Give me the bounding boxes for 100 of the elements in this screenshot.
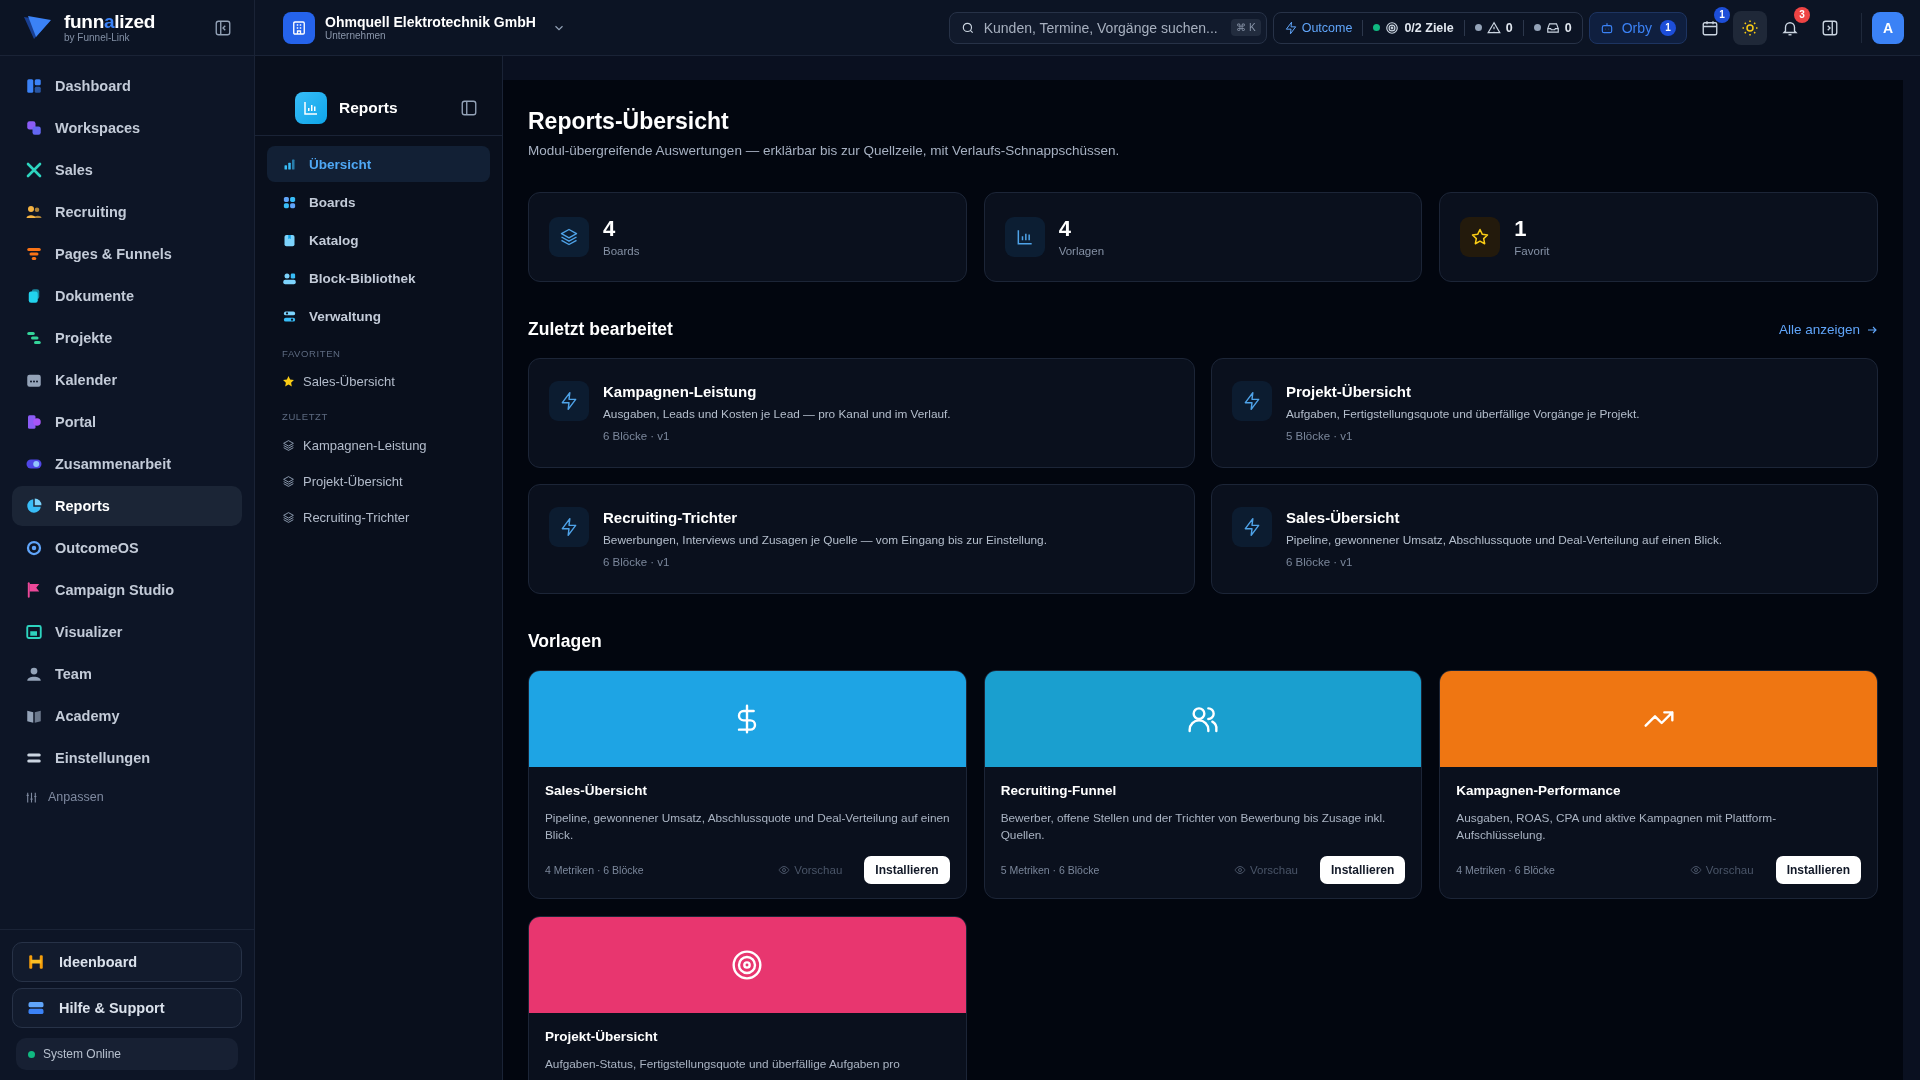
system-status: System Online: [16, 1038, 238, 1070]
theme-button[interactable]: [1733, 10, 1767, 45]
nav-icon: [25, 161, 43, 179]
section-title: Zuletzt bearbeitet: [528, 319, 673, 340]
subnav-item[interactable]: Block-Bibliothek: [267, 260, 490, 296]
nav-icon: [25, 497, 43, 515]
star-icon: [282, 374, 295, 388]
bolt-icon: [549, 507, 589, 547]
sidebar-collapse-icon: [214, 18, 232, 37]
nav-item[interactable]: Projekte: [12, 318, 242, 358]
template-description: Bewerber, offene Stellen und der Trichter von Bewerbung bis Zusage inkl. Quellen.: [1000, 810, 1387, 844]
nav-item[interactable]: Portal: [12, 402, 242, 442]
building-icon: [283, 11, 315, 44]
warning-icon: [1486, 20, 1501, 35]
nav-item[interactable]: Zusammenarbeit: [12, 444, 242, 484]
section-heading: ZULETZT: [281, 410, 329, 424]
nav-item[interactable]: Recruiting: [12, 192, 242, 232]
recent-link[interactable]: Recruiting-Trichter: [267, 500, 490, 534]
sliders-icon: [25, 790, 38, 804]
nav-icon: [25, 329, 43, 347]
report-description: Bewerbungen, Interviews und Zusagen je Quelle — vom Eingang bis zur Einstellung.: [603, 533, 1047, 547]
nav-item[interactable]: Dokumente: [12, 276, 242, 316]
sidebar-link[interactable]: Ideenboard: [12, 942, 242, 982]
nav-item[interactable]: Reports: [12, 486, 242, 526]
subnav-item[interactable]: Boards: [267, 184, 490, 220]
brand-tagline: by Funnel-Link: [64, 32, 131, 44]
nav-item[interactable]: Sales: [12, 150, 242, 190]
recent-link[interactable]: Projekt-Übersicht: [267, 464, 490, 498]
subnav-item[interactable]: Katalog: [267, 222, 490, 258]
eye-icon: [1234, 864, 1246, 876]
target-icon: [731, 949, 764, 981]
subnav-icon: [282, 194, 297, 210]
reports-icon: [295, 91, 327, 124]
calendar-button[interactable]: 1: [1693, 10, 1727, 45]
view-all-link[interactable]: Alle anzeigen: [1778, 322, 1878, 337]
report-meta: 5 Blöcke · v1: [1286, 430, 1354, 442]
support-icon: [27, 999, 45, 1017]
nav-item[interactable]: Dashboard: [12, 66, 242, 106]
layers-icon: [282, 510, 295, 524]
outcome-button[interactable]: Outcome: [1283, 20, 1353, 35]
bolt-icon: [549, 381, 589, 421]
stat-label: Favorit: [1514, 244, 1550, 257]
nav-item[interactable]: Pages & Funnels: [12, 234, 242, 274]
template-description: Ausgaben, ROAS, CPA und aktive Kampagnen mit Plattform-Aufschlüsselung.: [1456, 810, 1778, 844]
layers-icon: [549, 217, 589, 257]
nav-item[interactable]: Academy: [12, 696, 242, 736]
nav-icon: [25, 245, 43, 263]
nav-icon: [25, 203, 43, 221]
calendar-icon: [1701, 18, 1719, 37]
report-meta: 6 Blöcke · v1: [1286, 556, 1354, 568]
brand-name: funnalized: [64, 11, 156, 33]
install-button[interactable]: Installieren: [1319, 856, 1406, 884]
target-icon: [1385, 20, 1400, 35]
nav-item[interactable]: Einstellungen: [12, 738, 242, 778]
chart-icon: [1004, 217, 1045, 257]
subnav-item[interactable]: Übersicht: [267, 146, 490, 182]
company-switcher[interactable]: Ohmquell Elektrotechnik GmbH Unternehmen: [283, 11, 566, 44]
assistant-button[interactable]: Orby 1: [1588, 11, 1687, 44]
nav-item[interactable]: Kalender: [12, 360, 242, 400]
favorite-link[interactable]: Sales-Übersicht: [267, 365, 490, 397]
eye-icon: [778, 864, 791, 876]
report-meta: 6 Blöcke · v1: [603, 556, 671, 568]
subnav-icon: [282, 232, 297, 248]
robot-icon: [1599, 20, 1614, 35]
section-heading: FAVORITEN: [281, 347, 342, 361]
sidebar-link[interactable]: Hilfe & Support: [12, 988, 242, 1028]
nav-icon: [25, 119, 43, 137]
panel-icon: [1821, 18, 1839, 37]
stat-value: 4: [603, 217, 617, 242]
install-button[interactable]: Installieren: [864, 856, 950, 884]
report-description: Pipeline, gewonnener Umsatz, Abschlussquote und Deal-Verteilung auf einen Blick.: [1286, 533, 1723, 547]
subnav-item[interactable]: Verwaltung: [267, 298, 490, 334]
nav-item[interactable]: Campaign Studio: [12, 570, 242, 610]
nav-item[interactable]: OutcomeOS: [12, 528, 242, 568]
report-card[interactable]: Projekt-Übersicht Aufgaben, Fertigstellungsquote und überfällige Vorgänge je Projekt. 5 Blöcke · v1: [1211, 358, 1878, 468]
recent-link[interactable]: Kampagnen-Leistung: [267, 428, 490, 462]
nav-item[interactable]: Visualizer: [12, 612, 242, 652]
report-title: Projekt-Übersicht: [1286, 383, 1413, 400]
bolt-icon: [1232, 381, 1272, 421]
report-meta: 6 Blöcke · v1: [603, 430, 671, 442]
template-description: Pipeline, gewonnener Umsatz, Abschlussquote und Deal-Verteilung auf einen Blick.: [545, 810, 950, 844]
notifications-button[interactable]: 3: [1773, 10, 1807, 45]
install-button[interactable]: Installieren: [1775, 856, 1861, 884]
report-card[interactable]: Sales-Übersicht Pipeline, gewonnener Umsatz, Abschlussquote und Deal-Verteilung auf einen Blick. 6 Blöcke · v1: [1211, 484, 1878, 594]
logo-icon: [22, 14, 52, 41]
stat-value: 4: [1058, 217, 1072, 242]
status-dot: [1474, 24, 1482, 31]
page-subtitle: Modul-übergreifende Auswertungen — erklärbar bis zur Quellzeile, mit Verlaufs-Schnappschüssen.: [528, 143, 1121, 158]
customize-button[interactable]: Anpassen: [12, 780, 242, 814]
template-title: Sales-Übersicht: [545, 783, 649, 798]
nav-item[interactable]: Team: [12, 654, 242, 694]
report-card[interactable]: Recruiting-Trichter Bewerbungen, Interviews und Zusagen je Quelle — vom Eingang bis zur Einstellung. 6 Blöcke · v1: [528, 484, 1195, 594]
nav-icon: [25, 413, 43, 431]
status-dot: [1533, 24, 1541, 31]
user-avatar[interactable]: A: [1872, 11, 1904, 44]
report-card[interactable]: Kampagnen-Leistung Ausgaben, Leads und Kosten je Lead — pro Kanal und im Verlauf. 6 Blöcke · v1: [528, 358, 1195, 468]
eye-icon: [1689, 864, 1702, 876]
report-description: Aufgaben, Fertigstellungsquote und überfällige Vorgänge je Projekt.: [1286, 407, 1640, 421]
nav-icon: [25, 539, 43, 557]
nav-item[interactable]: Workspaces: [12, 108, 242, 148]
